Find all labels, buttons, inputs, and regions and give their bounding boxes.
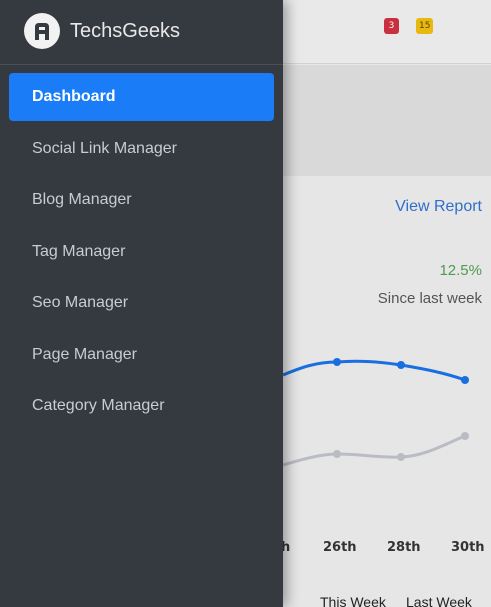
x-tick-label: 30th xyxy=(451,540,485,555)
sidebar-item-category-manager[interactable]: Category Manager xyxy=(9,382,274,430)
series-last-week-line xyxy=(282,434,466,467)
point-last-week-26th xyxy=(333,450,341,458)
sidebar-item-seo-manager[interactable]: Seo Manager xyxy=(9,279,274,327)
change-percentage: 12.5% xyxy=(439,262,482,279)
point-last-week-28th xyxy=(397,453,405,461)
x-tick-label: 26th xyxy=(323,540,357,555)
view-report-link[interactable]: View Report xyxy=(395,198,482,216)
app-logo-icon xyxy=(24,13,60,49)
change-label: Since last week xyxy=(377,290,482,307)
sidebar-item-label: Seo Manager xyxy=(32,294,129,311)
sidebar-item-blog-manager[interactable]: Blog Manager xyxy=(9,176,274,224)
brand-header[interactable]: TechsGeeks xyxy=(0,0,283,65)
sidebar-item-tag-manager[interactable]: Tag Manager xyxy=(9,228,274,276)
notification-badge[interactable]: 3 xyxy=(384,18,399,34)
sidebar-item-label: Dashboard xyxy=(32,88,116,105)
sidebar-item-label: Social Link Manager xyxy=(32,139,177,157)
sidebar-item-label: Tag Manager xyxy=(32,242,126,260)
sidebar-item-social-link-manager[interactable]: Social Link Manager xyxy=(9,125,274,173)
series-this-week-line xyxy=(282,359,466,382)
messages-badge[interactable]: 15 xyxy=(416,18,434,34)
sidebar-drawer: TechsGeeks Dashboard Social Link Manager… xyxy=(0,0,283,607)
sidebar-item-page-manager[interactable]: Page Manager xyxy=(9,331,274,379)
point-this-week-30th xyxy=(461,376,469,384)
point-this-week-26th xyxy=(333,358,341,366)
sidebar-menu: Dashboard Social Link Manager Blog Manag… xyxy=(0,73,283,434)
point-last-week-30th xyxy=(461,432,469,440)
sidebar-item-label: Page Manager xyxy=(32,345,137,363)
sidebar-item-dashboard[interactable]: Dashboard xyxy=(9,73,274,121)
sidebar-item-label: Category Manager xyxy=(32,397,165,414)
sidebar-item-label: Blog Manager xyxy=(32,191,132,208)
brand-name: TechsGeeks xyxy=(70,20,181,42)
legend-this-week: This Week xyxy=(320,594,386,607)
legend-last-week: Last Week xyxy=(406,594,472,607)
point-this-week-28th xyxy=(397,361,405,369)
x-tick-label: 28th xyxy=(387,540,421,555)
